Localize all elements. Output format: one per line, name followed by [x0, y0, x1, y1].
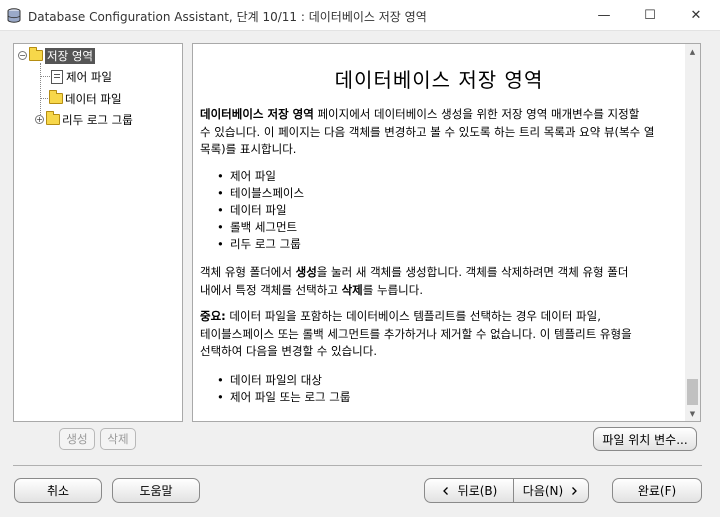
scroll-up-icon[interactable]: ▲ — [685, 44, 700, 59]
note-line-2: 테이블스페이스 또는 롤백 세그먼트를 추가하거나 제거할 수 없습니다. 이 … — [200, 326, 632, 341]
vertical-scrollbar[interactable]: ▲ ▼ — [685, 44, 700, 421]
tree-item-control-file[interactable]: 제어 파일 — [51, 68, 112, 85]
text-run: 데이터 파일을 포함하는 데이터베이스 템플리트를 선택하는 경우 데이터 파일… — [225, 309, 601, 323]
back-label: 뒤로(B) — [457, 484, 498, 498]
separator — [13, 465, 702, 466]
intro-bold: 데이터베이스 저장 영역 — [200, 107, 314, 121]
window-title: Database Configuration Assistant, 단계 10/… — [28, 10, 427, 24]
tree-item-data-file[interactable]: 데이터 파일 — [49, 90, 122, 107]
minimize-icon: — — [597, 8, 611, 23]
chevron-right-icon — [572, 486, 578, 495]
next-label: 다음(N) — [522, 484, 564, 498]
folder-icon — [29, 47, 43, 61]
next-button[interactable]: 다음(N) — [514, 479, 588, 502]
intro-text: 페이지에서 데이터베이스 생성을 위한 저장 영역 매개변수를 지정할 — [313, 107, 640, 121]
text-run: 을 눌러 새 객체를 생성합니다. 객체를 삭제하려면 객체 유형 폴더 — [316, 265, 629, 279]
database-app-icon — [7, 8, 21, 23]
chevron-left-icon — [442, 486, 448, 495]
collapse-icon[interactable]: − — [18, 51, 27, 60]
control-file-icon — [51, 69, 63, 84]
tree-item-storage[interactable]: − 저장 영역 — [18, 47, 95, 64]
text-run: 객체 유형 폴더에서 — [200, 265, 296, 279]
list-item: 데이터 파일의 대상 — [217, 372, 322, 389]
maximize-icon: ☐ — [644, 8, 656, 23]
intro-line-2: 수 있습니다. 이 페이지는 다음 객체를 변경하고 볼 수 있도록 하는 트리… — [200, 124, 655, 139]
tree-connector — [40, 76, 50, 77]
back-button[interactable]: 뒤로(B) — [425, 479, 514, 502]
create-bold: 생성 — [295, 265, 317, 279]
create-line-1: 객체 유형 폴더에서 생성을 눌러 새 객체를 생성합니다. 객체를 삭제하려면… — [200, 264, 678, 282]
finish-button[interactable]: 완료(F) — [612, 478, 702, 503]
create-button[interactable]: 생성 — [59, 428, 95, 450]
delete-button[interactable]: 삭제 — [100, 428, 136, 450]
text-run: 를 누릅니다. — [362, 282, 423, 297]
list-item: 데이터 파일 — [217, 202, 286, 219]
create-delete-paragraph: 객체 유형 폴더에서 생성을 눌러 새 객체를 생성합니다. 객체를 삭제하려면… — [200, 264, 678, 299]
folder-icon — [49, 90, 63, 104]
create-line-2: 내에서 특정 객체를 선택하고 삭제를 누릅니다. — [200, 282, 678, 300]
close-button[interactable]: ✕ — [673, 0, 719, 31]
expand-icon[interactable]: + — [35, 115, 44, 124]
note-line-1: 중요: 데이터 파일을 포함하는 데이터베이스 템플리트를 선택하는 경우 데이… — [200, 308, 678, 326]
list-item: 테이블스페이스 — [217, 185, 304, 202]
intro-line-1: 데이터베이스 저장 영역 페이지에서 데이터베이스 생성을 위한 저장 영역 매… — [200, 106, 678, 124]
delete-bold: 삭제 — [341, 282, 363, 297]
cancel-button[interactable]: 취소 — [14, 478, 102, 503]
scroll-down-icon[interactable]: ▼ — [685, 406, 700, 421]
file-location-variables-button[interactable]: 파일 위치 변수... — [593, 427, 697, 451]
storage-tree[interactable]: − 저장 영역 제어 파일 데이터 파일 + 리두 로그 그룹 — [13, 43, 183, 422]
list-item: 리두 로그 그룹 — [217, 236, 301, 253]
tree-item-redo-log-group[interactable]: + 리두 로그 그룹 — [35, 111, 133, 128]
note-line-3: 선택하여 다음을 변경할 수 있습니다. — [200, 344, 377, 358]
text-run: 내에서 특정 객체를 선택하고 — [200, 282, 342, 297]
title-bar: Database Configuration Assistant, 단계 10/… — [0, 0, 720, 31]
intro-line-3: 목록)를 표시합니다. — [200, 142, 297, 156]
list-item: 제어 파일 — [217, 168, 276, 185]
navigation-button-group: 뒤로(B) 다음(N) — [424, 478, 589, 503]
scroll-thumb[interactable] — [687, 379, 698, 405]
list-item: 롤백 세그먼트 — [217, 219, 297, 236]
folder-icon — [46, 111, 60, 125]
list-item: 제어 파일 또는 로그 그룹 — [217, 389, 350, 406]
help-content-panel: 데이터베이스 저장 영역 데이터베이스 저장 영역 페이지에서 데이터베이스 생… — [192, 43, 701, 422]
minimize-button[interactable]: — — [581, 0, 627, 31]
tree-item-label: 데이터 파일 — [65, 91, 122, 106]
page-title: 데이터베이스 저장 영역 — [334, 68, 544, 92]
note-paragraph: 중요: 데이터 파일을 포함하는 데이터베이스 템플리트를 선택하는 경우 데이… — [200, 308, 678, 361]
tree-item-label: 저장 영역 — [45, 47, 95, 64]
tree-item-label: 제어 파일 — [66, 69, 112, 84]
note-label: 중요: — [200, 309, 226, 323]
intro-paragraph: 데이터베이스 저장 영역 페이지에서 데이터베이스 생성을 위한 저장 영역 매… — [200, 106, 678, 159]
help-button[interactable]: 도움말 — [112, 478, 200, 503]
maximize-button[interactable]: ☐ — [627, 0, 673, 31]
tree-item-label: 리두 로그 그룹 — [62, 112, 133, 127]
close-icon: ✕ — [690, 8, 702, 23]
